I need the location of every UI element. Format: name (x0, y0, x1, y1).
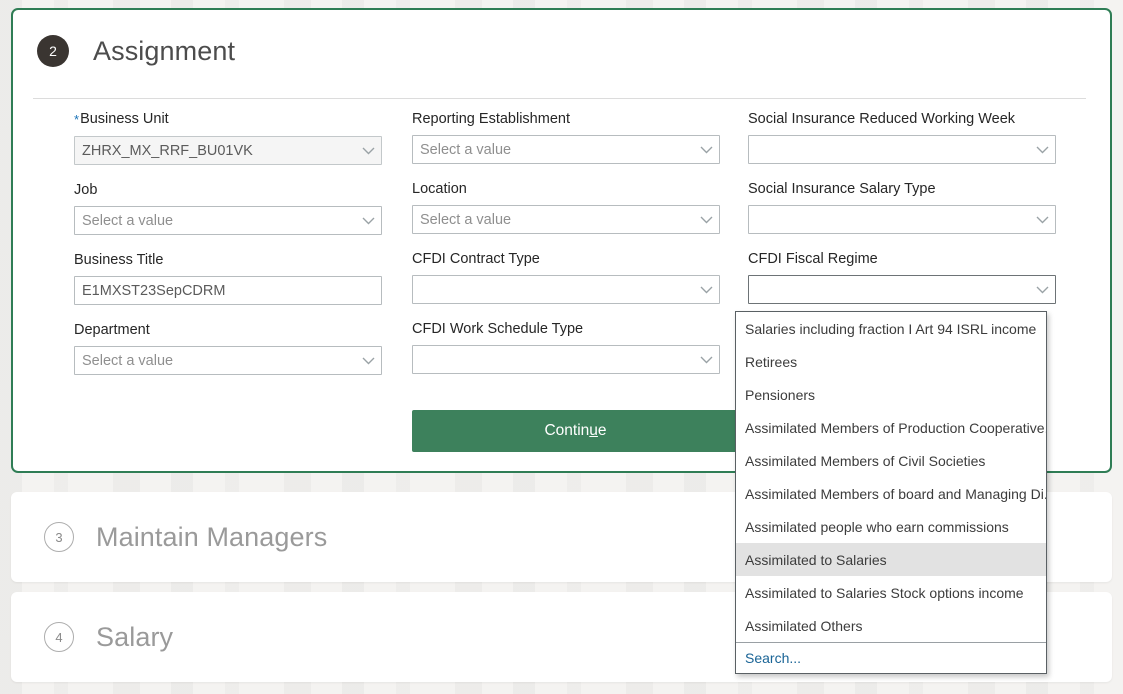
dropdown-option[interactable]: Pensioners (736, 378, 1046, 411)
dropdown-option[interactable]: Salaries including fraction I Art 94 ISR… (736, 312, 1046, 345)
assignment-section-header[interactable]: 2 Assignment (13, 10, 1110, 92)
location-value: Select a value (420, 211, 512, 228)
reporting-establishment-select[interactable]: Select a value (412, 135, 720, 164)
form-column-2: Reporting Establishment Select a value L… (412, 110, 720, 390)
social-insurance-salary-type-select[interactable] (748, 205, 1056, 234)
label-cfdi-contract-type: CFDI Contract Type (412, 251, 540, 267)
field-department: Department Select a value (74, 321, 382, 375)
cfdi-work-schedule-type-select[interactable] (412, 345, 720, 374)
form-column-1: *Business Unit ZHRX_MX_RRF_BU01VK Job Se… (74, 110, 382, 391)
label-business-title: Business Title (74, 252, 164, 268)
chevron-down-icon[interactable] (1029, 216, 1055, 224)
business-unit-select[interactable]: ZHRX_MX_RRF_BU01VK (74, 136, 382, 165)
label-cfdi-work-schedule-type: CFDI Work Schedule Type (412, 321, 584, 337)
label-location: Location (412, 181, 467, 197)
job-value: Select a value (82, 212, 174, 229)
chevron-down-icon[interactable] (693, 286, 719, 294)
reporting-establishment-value: Select a value (420, 141, 512, 158)
department-select[interactable]: Select a value (74, 346, 382, 375)
cfdi-contract-type-select[interactable] (412, 275, 720, 304)
continue-label-after: e (597, 422, 607, 439)
dropdown-option[interactable]: Assimilated Members of board and Managin… (736, 477, 1046, 510)
label-reporting-establishment: Reporting Establishment (412, 111, 570, 127)
chevron-down-icon[interactable] (693, 146, 719, 154)
maintain-managers-title: Maintain Managers (96, 521, 328, 552)
label-business-unit: *Business Unit (74, 111, 169, 127)
field-job: Job Select a value (74, 181, 382, 235)
location-select[interactable]: Select a value (412, 205, 720, 234)
dropdown-option[interactable]: Assimilated Members of Civil Societies (736, 444, 1046, 477)
cfdi-fiscal-regime-dropdown-list[interactable]: Salaries including fraction I Art 94 ISR… (735, 311, 1047, 674)
dropdown-search-link[interactable]: Search... (745, 650, 801, 666)
social-insurance-reduced-working-week-select[interactable] (748, 135, 1056, 164)
field-business-title: Business Title E1MXST23SepCDRM (74, 251, 382, 305)
continue-label-before: Contin (544, 422, 590, 439)
dropdown-options-container: Salaries including fraction I Art 94 ISR… (736, 312, 1046, 642)
business-unit-value: ZHRX_MX_RRF_BU01VK (82, 142, 253, 159)
job-select[interactable]: Select a value (74, 206, 382, 235)
header-divider (33, 98, 1086, 99)
field-social-insurance-salary-type: Social Insurance Salary Type (748, 180, 1056, 234)
chevron-down-icon[interactable] (355, 147, 381, 155)
step-number-badge-4: 4 (44, 622, 74, 652)
label-social-insurance-salary-type: Social Insurance Salary Type (748, 181, 936, 197)
step-number-badge-3: 3 (44, 522, 74, 552)
dropdown-option[interactable]: Assimilated to Salaries Stock options in… (736, 576, 1046, 609)
form-column-3: Social Insurance Reduced Working Week So… (748, 110, 1056, 320)
business-title-input[interactable]: E1MXST23SepCDRM (74, 276, 382, 305)
continue-button[interactable]: Contin u e (412, 410, 739, 452)
dropdown-search-row[interactable]: Search... (736, 642, 1046, 673)
label-cfdi-fiscal-regime: CFDI Fiscal Regime (748, 251, 878, 267)
chevron-down-icon[interactable] (693, 356, 719, 364)
continue-label-accesskey: u (589, 422, 598, 439)
department-value: Select a value (82, 352, 174, 369)
business-title-value: E1MXST23SepCDRM (82, 282, 226, 299)
dropdown-option[interactable]: Assimilated to Salaries (736, 543, 1046, 576)
field-business-unit: *Business Unit ZHRX_MX_RRF_BU01VK (74, 110, 382, 165)
field-social-insurance-reduced-working-week: Social Insurance Reduced Working Week (748, 110, 1056, 164)
chevron-down-icon[interactable] (1029, 286, 1055, 294)
dropdown-option[interactable]: Retirees (736, 345, 1046, 378)
dropdown-option[interactable]: Assimilated Others (736, 609, 1046, 642)
cfdi-fiscal-regime-select[interactable] (748, 275, 1056, 304)
field-reporting-establishment: Reporting Establishment Select a value (412, 110, 720, 164)
label-social-insurance-reduced-working-week: Social Insurance Reduced Working Week (748, 111, 1016, 127)
chevron-down-icon[interactable] (693, 216, 719, 224)
field-cfdi-work-schedule-type: CFDI Work Schedule Type (412, 320, 720, 374)
salary-title: Salary (96, 621, 174, 652)
dropdown-option[interactable]: Assimilated people who earn commissions (736, 510, 1046, 543)
chevron-down-icon[interactable] (355, 217, 381, 225)
required-indicator-icon: * (74, 112, 80, 127)
label-department: Department (74, 322, 150, 338)
field-cfdi-contract-type: CFDI Contract Type (412, 250, 720, 304)
step-number-badge-2: 2 (37, 35, 69, 67)
label-job: Job (74, 182, 98, 198)
field-location: Location Select a value (412, 180, 720, 234)
page-title: Assignment (93, 35, 236, 66)
dropdown-option[interactable]: Assimilated Members of Production Cooper… (736, 411, 1046, 444)
chevron-down-icon[interactable] (355, 357, 381, 365)
field-cfdi-fiscal-regime: CFDI Fiscal Regime (748, 250, 1056, 304)
chevron-down-icon[interactable] (1029, 146, 1055, 154)
